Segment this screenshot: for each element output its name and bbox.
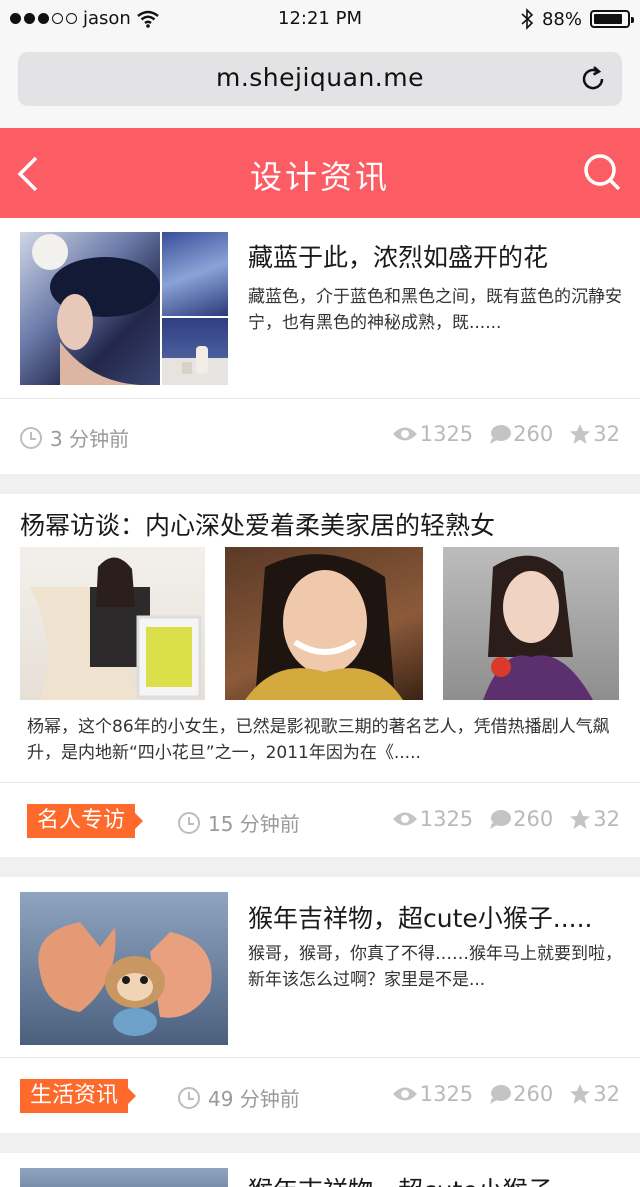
reload-icon[interactable]	[578, 64, 608, 94]
view-count: 1325	[419, 422, 474, 446]
article-image[interactable]	[443, 547, 619, 700]
time-label: 3 分钟前	[50, 427, 130, 451]
category-tag[interactable]: 名人专访	[27, 804, 144, 838]
comment-count: 260	[513, 422, 554, 446]
article-image[interactable]	[20, 547, 205, 700]
article-title[interactable]: 藏蓝于此，浓烈如盛开的花	[248, 238, 628, 274]
clock-icon	[178, 811, 200, 834]
article-stats: 1325 260 32	[392, 422, 620, 446]
article-image[interactable]	[20, 892, 228, 1045]
eye-icon	[392, 1087, 417, 1101]
article-image[interactable]	[225, 547, 423, 700]
comment-icon	[490, 810, 512, 829]
search-icon[interactable]	[582, 152, 622, 192]
post-time: 49 分钟前	[178, 1083, 300, 1112]
divider	[0, 398, 640, 399]
browser-toolbar: m.shejiquan.me	[0, 40, 640, 128]
comment-icon	[490, 425, 512, 444]
article-image[interactable]	[20, 232, 160, 385]
clock-icon	[20, 426, 42, 449]
star-count: 32	[593, 1082, 620, 1106]
url-text[interactable]: m.shejiquan.me	[18, 63, 622, 92]
post-time: 3 分钟前	[20, 423, 129, 452]
battery-icon	[590, 10, 634, 28]
battery-percent: 88%	[541, 8, 582, 30]
article-card[interactable]: 杨幂访谈：内心深处爱着柔美家居的轻熟女 杨幂，这个86年的小女生，已然是影视歌三…	[0, 494, 640, 857]
article-title[interactable]: 猴年吉祥物，超cute小猴子.....	[248, 899, 626, 935]
article-title[interactable]: 猴年吉祥物，超cute小猴子.....	[248, 1171, 626, 1187]
status-bar: jason 12:21 PM 88%	[0, 0, 640, 40]
star-count: 32	[593, 422, 620, 446]
page-title: 设计资讯	[249, 158, 390, 196]
battery-fill	[594, 14, 622, 24]
comment-icon	[490, 1085, 512, 1104]
address-bar[interactable]: m.shejiquan.me	[18, 52, 622, 106]
article-summary: 藏蓝色，介于蓝色和黑色之间，既有蓝色的沉静安宁，也有黑色的神秘成熟，既.....…	[248, 287, 622, 333]
star-count: 32	[593, 807, 620, 831]
time-label: 49 分钟前	[208, 1087, 300, 1111]
bluetooth-icon	[521, 8, 534, 30]
clock-icon	[178, 1086, 200, 1109]
article-image[interactable]	[162, 232, 228, 316]
divider	[0, 782, 640, 783]
time-label: 15 分钟前	[208, 812, 300, 836]
star-icon	[570, 1084, 591, 1104]
star-icon	[570, 809, 591, 829]
app-header: 设计资讯	[0, 128, 640, 218]
eye-icon	[392, 812, 417, 826]
view-count: 1325	[419, 807, 474, 831]
view-count: 1325	[419, 1082, 474, 1106]
article-card[interactable]: 猴年吉祥物，超cute小猴子..... 猴哥，猴哥，你真了不得……猴年马上就要到…	[0, 877, 640, 1133]
category-tag[interactable]: 生活资讯	[20, 1079, 137, 1113]
eye-icon	[392, 427, 417, 441]
star-icon	[570, 424, 591, 444]
article-summary: 杨幂，这个86年的小女生，已然是影视歌三期的著名艺人，凭借热播剧人气飙升，是内地…	[27, 717, 610, 763]
article-card[interactable]: 猴年吉祥物，超cute小猴子.....	[0, 1153, 640, 1187]
divider	[0, 1057, 640, 1058]
comment-count: 260	[513, 807, 554, 831]
article-image[interactable]	[20, 1168, 228, 1187]
article-stats: 1325 260 32	[392, 1082, 620, 1106]
article-image[interactable]	[162, 318, 228, 385]
article-card[interactable]: 藏蓝于此，浓烈如盛开的花 藏蓝色，介于蓝色和黑色之间，既有蓝色的沉静安宁，也有黑…	[0, 218, 640, 474]
article-stats: 1325 260 32	[392, 807, 620, 831]
article-title[interactable]: 杨幂访谈：内心深处爱着柔美家居的轻熟女	[20, 506, 620, 542]
post-time: 15 分钟前	[178, 808, 300, 837]
comment-count: 260	[513, 1082, 554, 1106]
article-summary: 猴哥，猴哥，你真了不得……猴年马上就要到啦，新年该怎么过啊？家里是不是...	[248, 944, 622, 990]
